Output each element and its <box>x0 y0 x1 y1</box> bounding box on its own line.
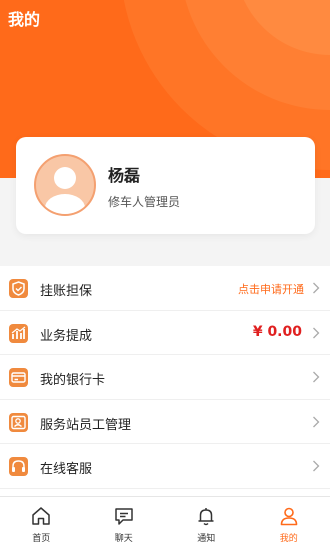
chevron-right-icon <box>313 460 320 472</box>
chevron-right-icon <box>313 282 320 294</box>
headset-icon <box>9 457 28 476</box>
tab-mine[interactable]: 我的 <box>248 497 330 550</box>
chat-icon <box>115 508 133 525</box>
menu-list: 挂账担保 点击申请开通 业务提成 ¥ 0.00 我的银行卡 服务站员工管理 在线… <box>0 266 330 496</box>
menu-item-customer-service[interactable]: 在线客服 <box>0 444 330 489</box>
menu-item-label: 业务提成 <box>40 328 93 344</box>
menu-item-label: 挂账担保 <box>40 284 93 299</box>
tab-notifications[interactable]: 通知 <box>165 497 248 550</box>
tab-chat[interactable]: 聊天 <box>83 497 166 550</box>
chevron-right-icon <box>313 327 320 338</box>
menu-item-commission[interactable]: 业务提成 ¥ 0.00 <box>0 311 330 355</box>
user-role: 修车人管理员 <box>108 195 181 209</box>
bottom-tab-bar: 首页 聊天 通知 我的 <box>0 496 330 550</box>
bank-card-icon <box>9 368 28 387</box>
chevron-right-icon <box>313 416 320 427</box>
menu-item-label: 服务站员工管理 <box>40 417 132 433</box>
menu-item-staff-management[interactable]: 服务站员工管理 <box>0 400 330 444</box>
commission-amount: ¥ 0.00 <box>252 323 302 340</box>
tab-home[interactable]: 首页 <box>0 497 83 550</box>
tab-label: 我的 <box>279 534 298 544</box>
tab-label: 聊天 <box>114 534 133 544</box>
avatar[interactable] <box>34 154 96 216</box>
menu-item-label: 我的银行卡 <box>40 373 106 388</box>
page-title: 我的 <box>8 10 41 29</box>
user-icon <box>280 507 298 526</box>
tab-label: 通知 <box>197 534 216 544</box>
profile-card[interactable]: 杨磊 修车人管理员 <box>16 137 315 234</box>
user-name: 杨磊 <box>108 166 141 185</box>
home-icon <box>32 507 50 525</box>
staff-icon <box>9 412 28 432</box>
bell-icon <box>198 508 214 526</box>
shield-icon <box>9 279 28 298</box>
chevron-right-icon <box>313 371 320 383</box>
menu-item-bank-card[interactable]: 我的银行卡 <box>0 355 330 400</box>
menu-item-label: 在线客服 <box>40 462 93 477</box>
tab-label: 首页 <box>32 534 51 544</box>
menu-item-guarantee[interactable]: 挂账担保 点击申请开通 <box>0 266 330 311</box>
user-placeholder-icon <box>45 167 85 214</box>
chart-icon <box>9 323 28 343</box>
apply-link[interactable]: 点击申请开通 <box>238 281 304 297</box>
